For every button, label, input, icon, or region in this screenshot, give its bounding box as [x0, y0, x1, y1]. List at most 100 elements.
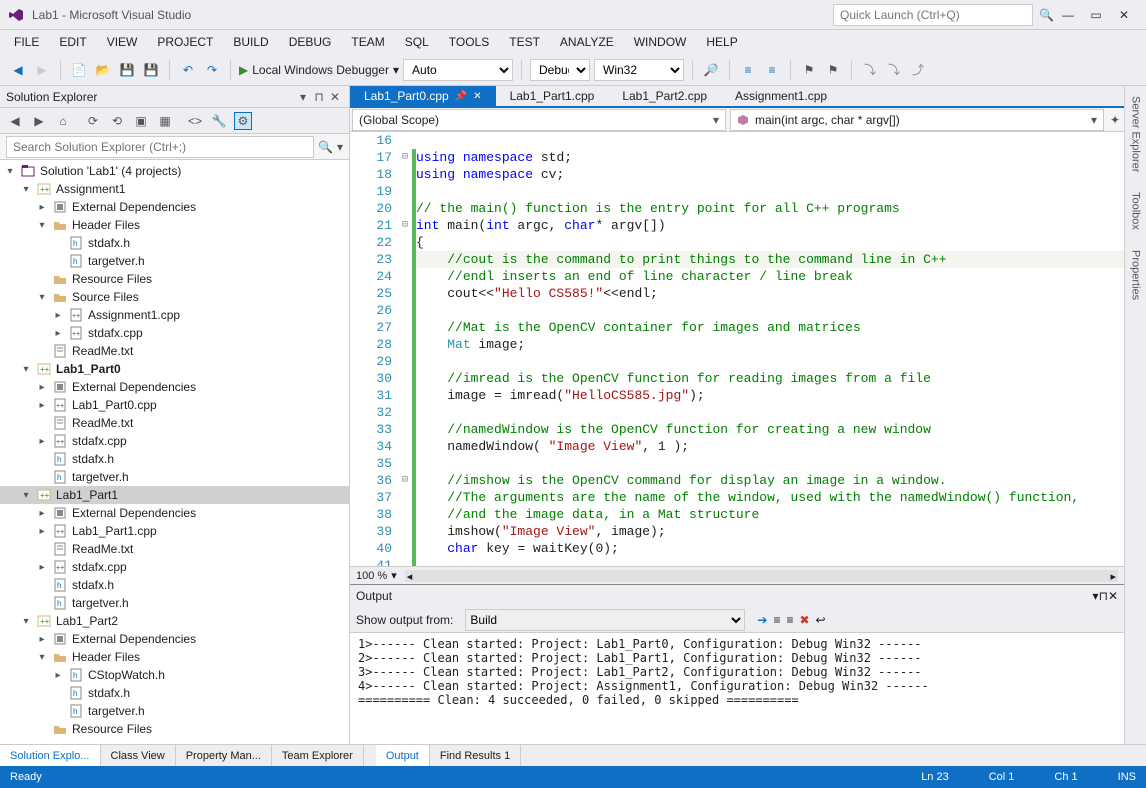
output-from-combo[interactable]: Build: [465, 609, 745, 631]
code-icon[interactable]: <>: [186, 112, 204, 130]
tree-node[interactable]: ReadMe.txt: [0, 342, 349, 360]
maximize-button[interactable]: ▭: [1082, 4, 1110, 26]
server-explorer-tab[interactable]: Server Explorer: [1130, 96, 1142, 172]
solution-tree[interactable]: ▾Solution 'Lab1' (4 projects)▾++Assignme…: [0, 160, 349, 744]
menu-view[interactable]: VIEW: [97, 33, 148, 51]
tree-node[interactable]: ▾Header Files: [0, 648, 349, 666]
tree-node[interactable]: hstdafx.h: [0, 450, 349, 468]
menu-file[interactable]: FILE: [4, 33, 49, 51]
pin-icon[interactable]: ⊓: [311, 90, 327, 104]
tree-node[interactable]: ▾Source Files: [0, 288, 349, 306]
zoom-label[interactable]: 100 %: [356, 570, 387, 582]
tree-node[interactable]: ▾++Lab1_Part1: [0, 486, 349, 504]
menu-sql[interactable]: SQL: [395, 33, 439, 51]
bottom-tab[interactable]: Property Man...: [176, 745, 272, 766]
toolset-combo[interactable]: Auto: [403, 59, 513, 81]
platform-combo[interactable]: Win32: [594, 59, 684, 81]
code-area[interactable]: using namespace std;using namespace cv;/…: [416, 132, 1124, 566]
tree-node[interactable]: ReadMe.txt: [0, 540, 349, 558]
redo-icon[interactable]: ↷: [202, 60, 222, 80]
undo-icon[interactable]: ↶: [178, 60, 198, 80]
step-out-icon[interactable]: ⤴: [908, 60, 928, 80]
tree-node[interactable]: ▸++stdafx.cpp: [0, 324, 349, 342]
tree-node[interactable]: ▸++Lab1_Part0.cpp: [0, 396, 349, 414]
menu-test[interactable]: TEST: [499, 33, 550, 51]
new-project-icon[interactable]: 📄: [69, 60, 89, 80]
chevron-down-icon[interactable]: ▾: [391, 569, 397, 582]
member-combo[interactable]: main(int argc, char * argv[]) ▾: [730, 109, 1104, 131]
search-icon[interactable]: 🔍: [318, 140, 333, 154]
tree-node[interactable]: ▸External Dependencies: [0, 504, 349, 522]
tab-assignment1[interactable]: Assignment1.cpp: [721, 86, 841, 106]
menu-help[interactable]: HELP: [696, 33, 747, 51]
save-all-icon[interactable]: 💾: [141, 60, 161, 80]
menu-tools[interactable]: TOOLS: [439, 33, 499, 51]
tree-node[interactable]: ▸External Dependencies: [0, 198, 349, 216]
search-icon[interactable]: 🔍: [1039, 8, 1054, 22]
bottom-tab[interactable]: Team Explorer: [272, 745, 364, 766]
bottom-tab[interactable]: Find Results 1: [430, 745, 521, 766]
outline-column[interactable]: ⊟⊟⊟: [398, 132, 412, 566]
dropdown-icon[interactable]: ▾: [295, 90, 311, 104]
tree-node[interactable]: hstdafx.h: [0, 576, 349, 594]
quick-launch-input[interactable]: Quick Launch (Ctrl+Q): [833, 4, 1033, 26]
show-all-icon[interactable]: ▦: [156, 112, 174, 130]
tree-node[interactable]: htargetver.h: [0, 702, 349, 720]
bottom-tab[interactable]: Class View: [101, 745, 176, 766]
config-combo[interactable]: Debug: [530, 59, 590, 81]
tree-node[interactable]: ▸hCStopWatch.h: [0, 666, 349, 684]
horizontal-scrollbar[interactable]: ▸◂: [405, 570, 1118, 582]
forward-icon[interactable]: ▶: [32, 60, 52, 80]
tab-lab1-part1[interactable]: Lab1_Part1.cpp: [496, 86, 609, 106]
forward-icon[interactable]: ▶: [30, 112, 48, 130]
split-icon[interactable]: ✦: [1106, 113, 1124, 127]
tab-lab1-part0[interactable]: Lab1_Part0.cpp 📌 ✕: [350, 86, 496, 106]
collapse-icon[interactable]: ▣: [132, 112, 150, 130]
pin-icon[interactable]: ⊓: [1099, 589, 1108, 603]
back-icon[interactable]: ◀: [6, 112, 24, 130]
find-icon[interactable]: 🔎: [701, 60, 721, 80]
menu-window[interactable]: WINDOW: [624, 33, 697, 51]
tree-node[interactable]: ▸External Dependencies: [0, 630, 349, 648]
output-text[interactable]: 1>------ Clean started: Project: Lab1_Pa…: [350, 633, 1124, 744]
chevron-down-icon[interactable]: ▾: [337, 140, 343, 154]
back-icon[interactable]: ◀: [8, 60, 28, 80]
home-icon[interactable]: ⌂: [54, 112, 72, 130]
tree-node[interactable]: ReadMe.txt: [0, 414, 349, 432]
close-button[interactable]: ✕: [1110, 4, 1138, 26]
save-icon[interactable]: 💾: [117, 60, 137, 80]
menu-team[interactable]: TEAM: [341, 33, 394, 51]
wrench-icon[interactable]: 🔧: [210, 112, 228, 130]
menu-build[interactable]: BUILD: [223, 33, 278, 51]
tree-node[interactable]: ▾++Lab1_Part0: [0, 360, 349, 378]
prev-icon[interactable]: ≡: [773, 613, 780, 627]
bottom-tab[interactable]: Solution Explo...: [0, 745, 101, 766]
close-icon[interactable]: ✕: [473, 91, 481, 102]
properties-tab[interactable]: Properties: [1130, 250, 1142, 300]
solution-search-box[interactable]: 🔍 ▾: [0, 134, 349, 160]
bookmark-next-icon[interactable]: ⚑: [823, 60, 843, 80]
step-over-icon[interactable]: ⤵: [860, 60, 880, 80]
properties-icon[interactable]: ⚙: [234, 112, 252, 130]
code-editor[interactable]: 1617181920212223242526272829303132333435…: [350, 132, 1124, 566]
clear-icon[interactable]: ✖: [799, 613, 809, 627]
comment-icon[interactable]: ≡: [738, 60, 758, 80]
tree-node[interactable]: ▾++Lab1_Part2: [0, 612, 349, 630]
tree-node[interactable]: ▸++Assignment1.cpp: [0, 306, 349, 324]
minimize-button[interactable]: —: [1054, 4, 1082, 26]
tree-node[interactable]: htargetver.h: [0, 468, 349, 486]
tree-node[interactable]: ▸++Lab1_Part1.cpp: [0, 522, 349, 540]
tree-node[interactable]: htargetver.h: [0, 594, 349, 612]
tree-node[interactable]: hstdafx.h: [0, 684, 349, 702]
sync-icon[interactable]: ⟳: [84, 112, 102, 130]
next-icon[interactable]: ≡: [786, 613, 793, 627]
scope-combo[interactable]: (Global Scope) ▾: [352, 109, 726, 131]
solution-search-input[interactable]: [6, 136, 314, 158]
menu-debug[interactable]: DEBUG: [279, 33, 342, 51]
wrap-icon[interactable]: ↩: [816, 613, 826, 627]
close-pane-icon[interactable]: ✕: [327, 90, 343, 104]
toolbox-tab[interactable]: Toolbox: [1130, 192, 1142, 230]
pin-icon[interactable]: 📌: [455, 91, 467, 102]
tree-node[interactable]: ▸External Dependencies: [0, 378, 349, 396]
bottom-tab[interactable]: Output: [376, 745, 430, 766]
